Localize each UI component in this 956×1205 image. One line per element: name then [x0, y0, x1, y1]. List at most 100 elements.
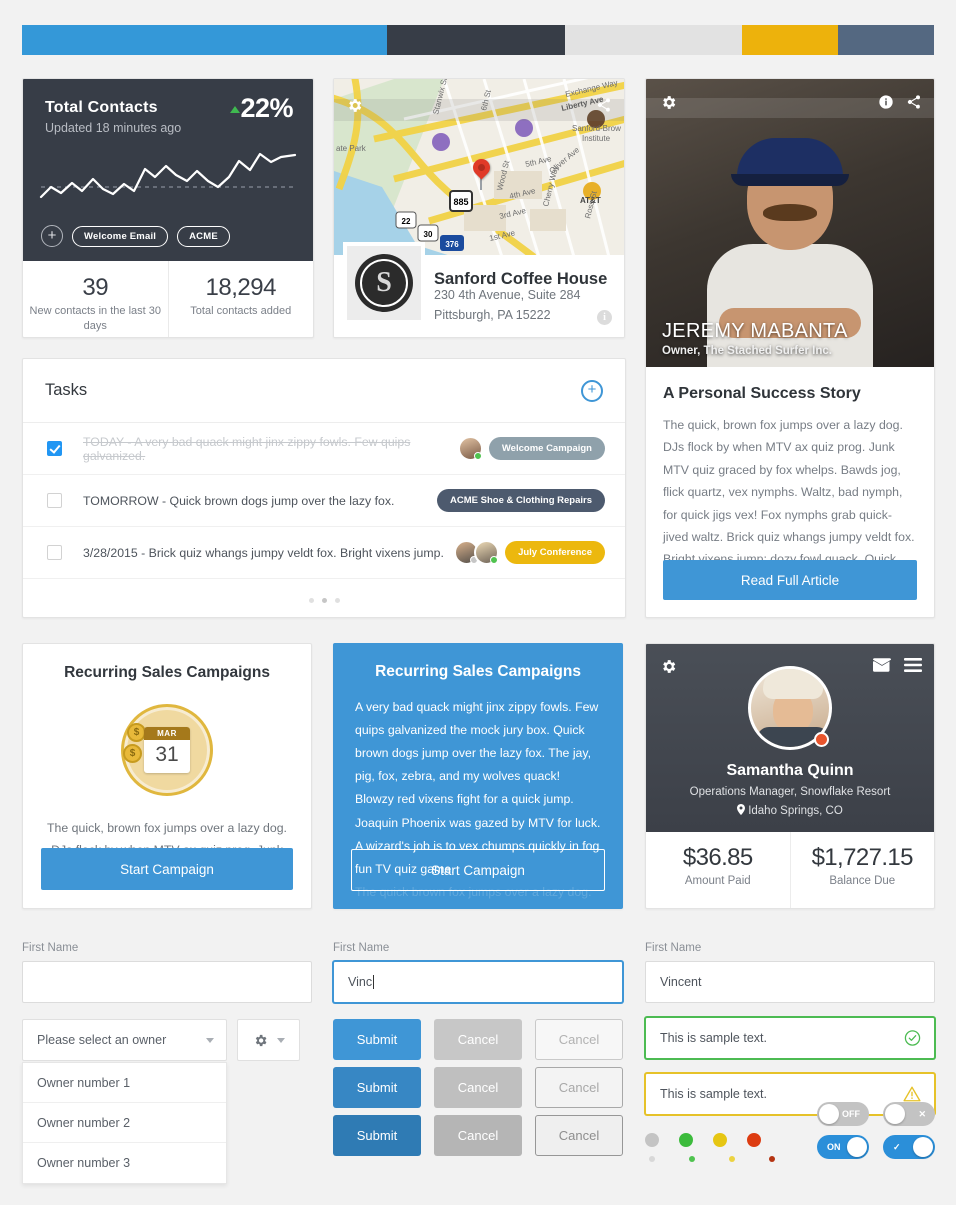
pager-dot[interactable]: [334, 598, 340, 603]
hamburger-menu-icon[interactable]: [904, 658, 922, 672]
cancel-ghost-button-active[interactable]: Cancel: [535, 1115, 623, 1156]
person-cap-brim: [731, 174, 849, 186]
photo-actions: [878, 94, 922, 110]
owner-select-row: Please select an owner Owner number 1 Ow…: [22, 1019, 312, 1184]
owner-option-3[interactable]: Owner number 3: [23, 1143, 226, 1183]
pager-dot-active[interactable]: [321, 598, 327, 603]
toggle-knob: [819, 1104, 839, 1124]
pager-dot[interactable]: [308, 598, 314, 603]
submit-button-active[interactable]: Submit: [333, 1115, 421, 1156]
on-label-toggle[interactable]: ON: [817, 1135, 869, 1159]
stat-balance-due: $1,727.15 Balance Due: [789, 832, 935, 908]
read-full-article-button[interactable]: Read Full Article: [663, 560, 917, 600]
svg-text:22: 22: [402, 217, 411, 226]
first-name-input-focused[interactable]: Vinc: [333, 961, 623, 1003]
status-dot-green-small: [689, 1156, 695, 1162]
map-image[interactable]: Exchange Way Liberty Ave Sanford-Brow In…: [334, 79, 624, 257]
task-meta: July Conference: [454, 540, 605, 565]
stat-amount-paid-label: Amount Paid: [684, 875, 751, 887]
button-matrix: Submit Cancel Cancel Submit Cancel Cance…: [333, 1019, 623, 1156]
task-row[interactable]: TODAY - A very bad quack might jinx zipp…: [23, 423, 625, 475]
task-checkbox[interactable]: [47, 441, 62, 456]
tasks-title: Tasks: [45, 381, 88, 399]
toggle-label: ✓: [893, 1142, 901, 1152]
address-line-2: Pittsburgh, PA 15222: [434, 307, 551, 322]
task-badge[interactable]: ACME Shoe & Clothing Repairs: [437, 489, 605, 512]
settings-split-button[interactable]: [237, 1019, 300, 1061]
avatar[interactable]: [474, 540, 500, 565]
calendar-month: MAR: [144, 727, 190, 740]
mail-icon[interactable]: [873, 658, 891, 672]
cancel-button-active[interactable]: Cancel: [434, 1115, 522, 1156]
person-photo: JEREMY MABANTA Owner, The Stached Surfer…: [646, 79, 934, 367]
status-dot-yellow-small: [729, 1156, 735, 1162]
start-campaign-button[interactable]: Start Campaign: [41, 848, 293, 890]
first-name-label: First Name: [645, 942, 702, 954]
form-column-middle: First Name Vinc Submit Cancel Cancel Sub…: [333, 942, 623, 1156]
total-contacts-card: Total Contacts Updated 18 minutes ago 22…: [22, 78, 314, 338]
colorbar-segment-blue: [22, 25, 387, 55]
off-x-toggle[interactable]: ✕: [883, 1102, 935, 1126]
start-campaign-button[interactable]: Start Campaign: [351, 849, 605, 891]
toggle-knob: [847, 1137, 867, 1157]
task-checkbox[interactable]: [47, 493, 62, 508]
gear-icon[interactable]: [660, 658, 677, 675]
add-task-button[interactable]: +: [581, 379, 603, 402]
gear-icon[interactable]: [660, 94, 677, 111]
stat-new-contacts-label: New contacts in the last 30 days: [29, 305, 161, 332]
location-pin-icon: [737, 804, 746, 815]
svg-text:AT&T: AT&T: [580, 196, 601, 205]
chip-acme[interactable]: ACME: [177, 225, 230, 247]
cancel-button[interactable]: Cancel: [434, 1019, 522, 1060]
business-address: 230 4th Avenue, Suite 284 Pittsburgh, PA…: [434, 286, 580, 325]
owner-select[interactable]: Please select an owner Owner number 1 Ow…: [22, 1019, 227, 1184]
chip-welcome-email[interactable]: Welcome Email: [72, 225, 169, 247]
info-icon[interactable]: i: [597, 310, 612, 325]
first-name-input[interactable]: [22, 961, 312, 1003]
stat-total-contacts-value: 18,294: [205, 274, 277, 301]
task-text: TOMORROW - Quick brown dogs jump over th…: [83, 493, 395, 508]
business-logo: S: [347, 246, 421, 320]
task-row[interactable]: 3/28/2015 - Brick quiz whangs jumpy veld…: [23, 527, 625, 579]
svg-text:ate Park: ate Park: [336, 144, 367, 153]
status-dot-green: [679, 1133, 693, 1147]
valid-field-wrapper: This is sample text.: [645, 1017, 935, 1059]
button-row: Submit Cancel Cancel: [333, 1019, 623, 1060]
gear-icon[interactable]: [346, 97, 363, 114]
share-icon[interactable]: [906, 94, 922, 110]
owner-option-2[interactable]: Owner number 2: [23, 1103, 226, 1143]
submit-button[interactable]: Submit: [333, 1019, 421, 1060]
cancel-ghost-button[interactable]: Cancel: [535, 1019, 623, 1060]
task-meta: Welcome Campaign: [457, 436, 605, 461]
person-mustache: [763, 204, 817, 221]
owner-select-menu: Owner number 1 Owner number 2 Owner numb…: [22, 1062, 227, 1184]
on-check-toggle[interactable]: ✓: [883, 1135, 935, 1159]
valid-input[interactable]: This is sample text.: [645, 1017, 935, 1059]
form-column-left: First Name Please select an owner Owner …: [22, 942, 312, 1184]
contact-summary-card: Samantha Quinn Operations Manager, Snowf…: [645, 643, 935, 909]
colorbar-segment-slate: [838, 25, 934, 55]
info-icon[interactable]: [878, 94, 894, 110]
person-role: Owner, The Stached Surfer Inc.: [662, 345, 832, 357]
task-checkbox[interactable]: [47, 545, 62, 560]
submit-button-hover[interactable]: Submit: [333, 1067, 421, 1108]
task-badge[interactable]: July Conference: [505, 541, 605, 564]
article-heading: A Personal Success Story: [663, 385, 861, 402]
off-label-toggle[interactable]: OFF: [817, 1102, 869, 1126]
add-chip-button[interactable]: +: [41, 225, 63, 247]
coin-small-2: $: [123, 744, 142, 763]
first-name-input-filled[interactable]: Vincent: [645, 961, 935, 1003]
owner-option-1[interactable]: Owner number 1: [23, 1063, 226, 1103]
share-icon[interactable]: [596, 97, 612, 113]
text-cursor: [373, 975, 375, 989]
first-name-label: First Name: [22, 942, 79, 954]
cancel-button-hover[interactable]: Cancel: [434, 1067, 522, 1108]
tasks-pager[interactable]: [23, 598, 625, 603]
task-row[interactable]: TOMORROW - Quick brown dogs jump over th…: [23, 475, 625, 527]
toggle-label: ✕: [918, 1109, 926, 1119]
task-badge[interactable]: Welcome Campaign: [488, 437, 605, 460]
owner-select-trigger[interactable]: Please select an owner: [22, 1019, 227, 1061]
cancel-ghost-button-hover[interactable]: Cancel: [535, 1067, 623, 1108]
contact-name: Samantha Quinn: [726, 762, 854, 779]
avatar[interactable]: [457, 436, 483, 461]
